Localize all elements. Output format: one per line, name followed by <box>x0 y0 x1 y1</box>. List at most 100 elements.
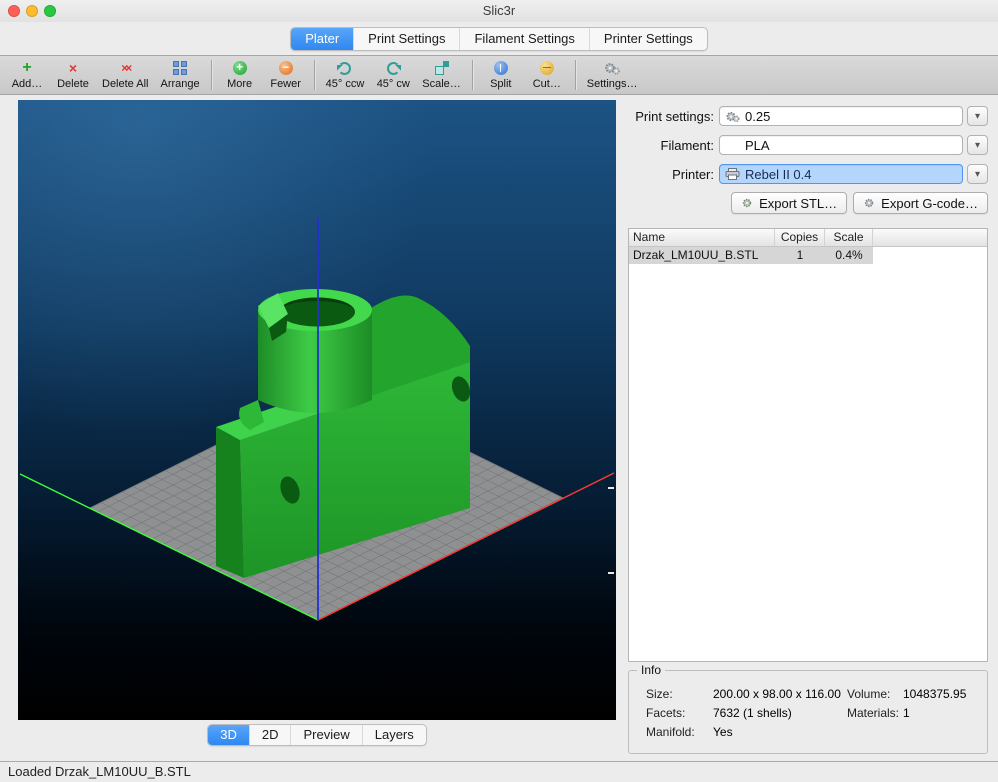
scale-label: Scale… <box>422 78 461 90</box>
delete-button[interactable]: × Delete <box>50 58 96 92</box>
printer-dropdown-button[interactable]: ▾ <box>967 164 988 184</box>
cut-icon <box>540 60 554 76</box>
fewer-button[interactable]: − Fewer <box>263 58 309 92</box>
filament-combo[interactable]: PLA <box>719 135 963 155</box>
tab-layers[interactable]: Layers <box>362 725 426 745</box>
split-button[interactable]: Split <box>478 58 524 92</box>
export-buttons-row: Export STL… Export G-code… <box>628 192 988 214</box>
viewport-3d-canvas[interactable] <box>18 100 616 720</box>
tab-filament-settings[interactable]: Filament Settings <box>459 28 588 50</box>
settings-label: Settings… <box>587 78 638 90</box>
arrange-button[interactable]: Arrange <box>154 58 205 92</box>
export-gcode-label: Export G-code… <box>881 196 978 211</box>
size-value: 200.00 x 98.00 x 116.00 <box>713 685 847 704</box>
toolbar-separator <box>314 60 315 90</box>
rotate-cw-button[interactable]: 45° cw <box>370 58 416 92</box>
more-button[interactable]: + More <box>217 58 263 92</box>
settings-button[interactable]: Settings… <box>581 58 644 92</box>
gear-icon <box>725 110 740 123</box>
tab-preview[interactable]: Preview <box>290 725 361 745</box>
object-scale-cell: 0.4% <box>825 247 873 264</box>
rotate-ccw-label: 45° ccw <box>326 78 365 90</box>
printer-icon <box>725 168 740 180</box>
size-label: Size: <box>646 685 713 704</box>
manifold-value: Yes <box>713 723 847 742</box>
printer-row: Printer: Rebel II 0.4 ▾ <box>628 163 988 185</box>
rotate-cw-label: 45° cw <box>377 78 410 90</box>
more-label: More <box>227 78 252 90</box>
scale-icon <box>435 60 449 76</box>
tab-print-settings[interactable]: Print Settings <box>353 28 459 50</box>
chevron-down-icon: ▾ <box>975 111 980 122</box>
printer-combo[interactable]: Rebel II 0.4 <box>719 164 963 184</box>
export-stl-button[interactable]: Export STL… <box>731 192 847 214</box>
arrange-label: Arrange <box>160 78 199 90</box>
split-label: Split <box>490 78 511 90</box>
print-settings-combo[interactable]: 0.25 <box>719 106 963 126</box>
object-name-cell: Drzak_LM10UU_B.STL <box>629 247 775 264</box>
add-label: Add… <box>12 78 43 90</box>
window-close-button[interactable] <box>8 5 20 17</box>
chevron-down-icon: ▾ <box>975 140 980 151</box>
filament-row: Filament: PLA ▾ <box>628 134 988 156</box>
facets-label: Facets: <box>646 704 713 723</box>
toolbar-separator <box>575 60 576 90</box>
print-settings-label: Print settings: <box>628 109 714 124</box>
column-header-name[interactable]: Name <box>629 229 775 246</box>
print-settings-dropdown-button[interactable]: ▾ <box>967 106 988 126</box>
toolbar-separator <box>472 60 473 90</box>
rotate-cw-icon <box>387 60 400 76</box>
right-panel: Print settings: 0.25 ▾ Filament: PLA ▾ P… <box>628 100 988 754</box>
view-mode-tab-bar: 3D 2D Preview Layers <box>18 724 616 746</box>
object-list[interactable]: Name Copies Scale Drzak_LM10UU_B.STL 1 0… <box>628 228 988 662</box>
delete-label: Delete <box>57 78 89 90</box>
export-gcode-button[interactable]: Export G-code… <box>853 192 988 214</box>
materials-value: 1 <box>903 704 987 723</box>
fewer-label: Fewer <box>270 78 301 90</box>
filament-icon-spacer <box>725 145 740 146</box>
column-header-spacer <box>873 229 987 246</box>
tab-plater[interactable]: Plater <box>291 28 353 50</box>
window-minimize-button[interactable] <box>26 5 38 17</box>
view-mode-tab-group: 3D 2D Preview Layers <box>207 724 427 746</box>
fewer-icon: − <box>279 60 293 76</box>
status-bar: Loaded Drzak_LM10UU_B.STL <box>0 761 998 782</box>
scale-button[interactable]: Scale… <box>416 58 467 92</box>
printer-label: Printer: <box>628 167 714 182</box>
window-zoom-button[interactable] <box>44 5 56 17</box>
add-button[interactable]: + Add… <box>4 58 50 92</box>
info-panel-title: Info <box>637 663 665 677</box>
tab-printer-settings[interactable]: Printer Settings <box>589 28 707 50</box>
rotate-ccw-button[interactable]: 45° ccw <box>320 58 371 92</box>
export-stl-label: Export STL… <box>759 196 837 211</box>
gear-icon <box>863 197 876 209</box>
split-icon <box>494 60 508 76</box>
volume-label: Volume: <box>847 685 903 704</box>
printer-value: Rebel II 0.4 <box>745 167 812 182</box>
chevron-down-icon: ▾ <box>975 169 980 180</box>
volume-value: 1048375.95 <box>903 685 987 704</box>
cut-button[interactable]: Cut… <box>524 58 570 92</box>
window-title: Slic3r <box>0 0 998 22</box>
tab-3d[interactable]: 3D <box>208 725 249 745</box>
main-tab-group: Plater Print Settings Filament Settings … <box>290 27 708 51</box>
filament-dropdown-button[interactable]: ▾ <box>967 135 988 155</box>
manifold-label: Manifold: <box>646 723 713 742</box>
cut-label: Cut… <box>533 78 561 90</box>
viewport-3d[interactable] <box>18 100 616 720</box>
status-text: Loaded Drzak_LM10UU_B.STL <box>8 764 191 779</box>
title-bar: Slic3r <box>0 0 998 22</box>
delete-all-button[interactable]: ×× Delete All <box>96 58 154 92</box>
object-row[interactable]: Drzak_LM10UU_B.STL 1 0.4% <box>629 247 987 264</box>
tab-2d[interactable]: 2D <box>249 725 291 745</box>
column-header-copies[interactable]: Copies <box>775 229 825 246</box>
object-list-header: Name Copies Scale <box>629 229 987 247</box>
arrange-icon <box>173 60 187 76</box>
object-copies-cell: 1 <box>775 247 825 264</box>
delete-all-icon: ×× <box>121 60 129 76</box>
delete-all-label: Delete All <box>102 78 148 90</box>
model-left-face <box>216 427 244 578</box>
more-icon: + <box>233 60 247 76</box>
column-header-scale[interactable]: Scale <box>825 229 873 246</box>
filament-label: Filament: <box>628 138 714 153</box>
